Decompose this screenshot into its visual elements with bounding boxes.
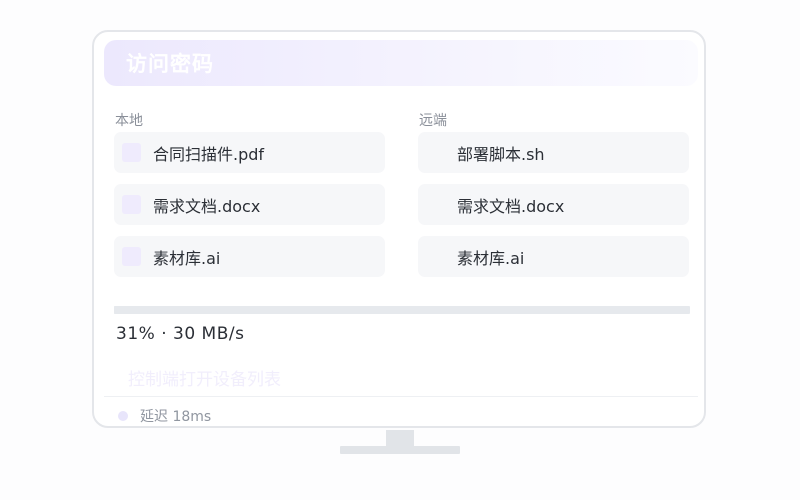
monitor-frame: 访问密码 本地 远端 合同扫描件.pdf 需求文档.docx 素材库.ai 部署…: [92, 30, 706, 428]
file-icon: [426, 195, 445, 214]
file-name: 需求文档.docx: [457, 196, 565, 216]
file-name: 需求文档.docx: [153, 196, 261, 216]
hint-text: 控制端打开设备列表: [128, 370, 281, 390]
monitor-stand-neck: [386, 430, 414, 446]
remote-file-item[interactable]: 需求文档.docx: [418, 184, 689, 225]
transfer-progress-fill: [114, 306, 293, 314]
monitor-stand-base: [340, 446, 460, 454]
local-file-item[interactable]: 合同扫描件.pdf: [114, 132, 385, 173]
local-file-item[interactable]: 需求文档.docx: [114, 184, 385, 225]
divider: [104, 396, 698, 397]
status-dot-icon: [118, 411, 128, 421]
file-icon: [122, 195, 141, 214]
dialog-title: 访问密码: [126, 52, 214, 76]
transfer-progress-bar: [114, 306, 690, 314]
local-column-label: 本地: [115, 113, 143, 129]
file-icon: [426, 143, 445, 162]
remote-file-item[interactable]: 素材库.ai: [418, 236, 689, 277]
file-name: 部署脚本.sh: [457, 144, 545, 164]
file-icon: [426, 247, 445, 266]
file-name: 合同扫描件.pdf: [153, 144, 265, 164]
local-file-item[interactable]: 素材库.ai: [114, 236, 385, 277]
file-name: 素材库.ai: [153, 248, 221, 268]
latency-text: 延迟 18ms: [140, 409, 212, 425]
remote-file-item[interactable]: 部署脚本.sh: [418, 132, 689, 173]
remote-column-label: 远端: [419, 113, 447, 129]
stage: 访问密码 本地 远端 合同扫描件.pdf 需求文档.docx 素材库.ai 部署…: [0, 0, 800, 500]
transfer-progress-text: 31% · 30 MB/s: [116, 324, 245, 344]
file-icon: [122, 143, 141, 162]
title-bar: 访问密码: [104, 40, 698, 86]
file-icon: [122, 247, 141, 266]
status-bar: 延迟 18ms: [118, 406, 211, 426]
file-name: 素材库.ai: [457, 248, 525, 268]
